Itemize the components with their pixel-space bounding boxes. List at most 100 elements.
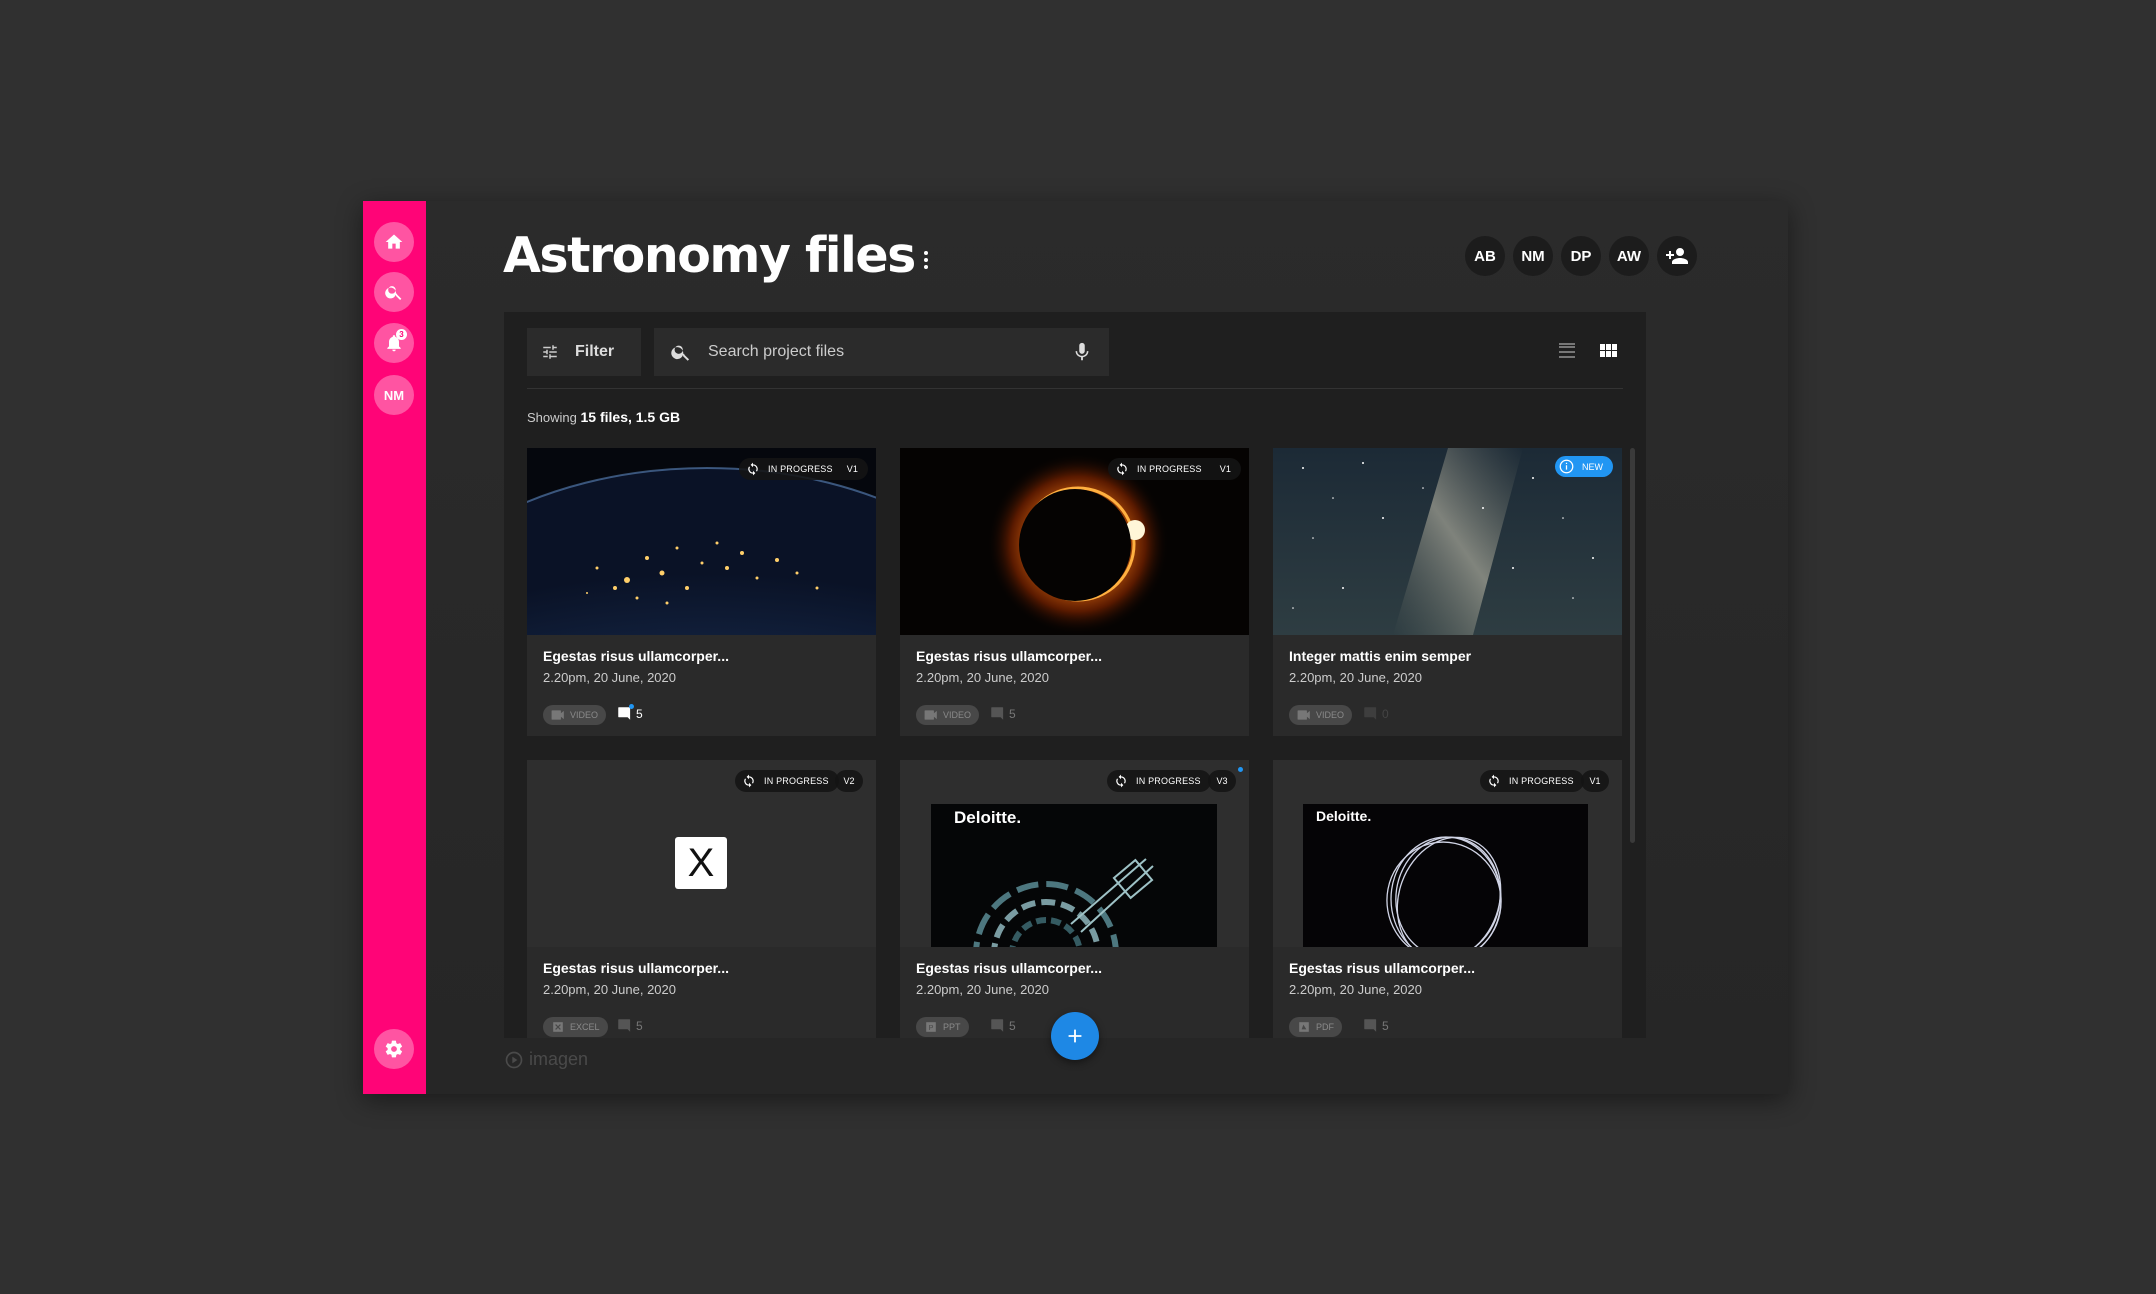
comment-icon (991, 707, 1004, 720)
app-window: 3 NM Astronomy files AB NM DP AW Filter (363, 201, 1788, 1094)
file-card[interactable]: Deloitte. IN PROGRESS V3 Egestas risus u… (900, 760, 1249, 1038)
file-date: 2.20pm, 20 June, 2020 (543, 982, 676, 997)
file-card[interactable]: X IN PROGRESS V2 Egestas risus ullamcorp… (527, 760, 876, 1038)
file-date: 2.20pm, 20 June, 2020 (543, 670, 676, 685)
new-badge: NEW (1555, 456, 1613, 477)
deloitte-logo: Deloitte. (1316, 808, 1372, 824)
comment-count[interactable]: 5 (617, 1018, 643, 1033)
dot-icon (924, 258, 928, 262)
grid-view-icon (1600, 344, 1617, 357)
status-label: IN PROGRESS (1136, 776, 1201, 786)
comment-icon (1364, 707, 1377, 720)
home-icon (385, 234, 403, 249)
unread-dot (629, 704, 634, 709)
file-title: Egestas risus ullamcorper... (916, 648, 1102, 664)
comment-count[interactable]: 5 (990, 1018, 1016, 1033)
sync-icon (1117, 462, 1127, 476)
toolbar-divider (527, 388, 1623, 389)
sidebar: 3 NM (363, 201, 426, 1094)
more-options-button[interactable] (916, 245, 936, 275)
comment-count[interactable]: 5 (1363, 1018, 1389, 1033)
file-type-label: VIDEO (570, 710, 599, 720)
unread-dot (1238, 767, 1243, 772)
file-type-label: VIDEO (943, 710, 972, 720)
add-collaborator-button[interactable] (1657, 236, 1697, 276)
file-type-chip: VIDEO (543, 705, 607, 725)
search-icon (671, 345, 690, 361)
notifications-button[interactable]: 3 (374, 323, 414, 363)
notification-badge: 3 (396, 329, 407, 340)
imagen-logo-icon (505, 1051, 523, 1068)
tune-icon (543, 345, 557, 359)
brand-logo: imagen (504, 1049, 588, 1070)
ppt-icon: P (926, 1022, 936, 1032)
file-title: Egestas risus ullamcorper... (916, 960, 1102, 976)
gear-icon (385, 1040, 403, 1058)
profile-button[interactable]: NM (374, 375, 414, 415)
version-label: V1 (1219, 464, 1232, 474)
status-label: IN PROGRESS (768, 464, 833, 474)
file-title: Integer mattis enim semper (1289, 648, 1472, 664)
status-label: IN PROGRESS (1137, 464, 1202, 474)
file-card[interactable]: IN PROGRESS V1 Egestas risus ullamcorper… (900, 448, 1249, 736)
search-box (654, 328, 1109, 376)
new-label: NEW (1582, 461, 1603, 472)
plus-icon (1068, 1029, 1082, 1043)
file-type-label: VIDEO (1316, 710, 1345, 720)
comment-icon (1364, 1019, 1377, 1032)
file-type-chip: PDF (1289, 1017, 1342, 1037)
comment-icon (618, 1019, 631, 1032)
microphone-icon[interactable] (1071, 341, 1093, 363)
file-date: 2.20pm, 20 June, 2020 (916, 670, 1049, 685)
comment-count[interactable]: 5 (617, 704, 643, 721)
grid-view-button[interactable] (1596, 339, 1620, 363)
comment-count[interactable]: 0 (1363, 706, 1389, 721)
version-badge: V3 (1208, 770, 1236, 792)
settings-button[interactable] (374, 1029, 414, 1069)
file-type-label: PDF (1316, 1022, 1334, 1032)
excel-file-icon: X (675, 837, 727, 889)
collaborators: AB NM DP AW (1465, 236, 1697, 276)
comment-count-label: 5 (1009, 706, 1016, 721)
info-icon (1559, 459, 1574, 474)
comment-count-label: 5 (636, 1018, 643, 1033)
file-date: 2.20pm, 20 June, 2020 (1289, 670, 1422, 685)
video-icon (551, 710, 564, 720)
file-card[interactable]: NEW Integer mattis enim semper 2.20pm, 2… (1273, 448, 1622, 736)
file-card[interactable]: IN PROGRESS V1 Egestas risus ullamcorper… (527, 448, 876, 736)
list-view-button[interactable] (1555, 339, 1579, 363)
version-badge: V1 (1581, 770, 1609, 792)
scrollbar[interactable] (1630, 448, 1635, 843)
home-button[interactable] (374, 222, 414, 262)
summary-prefix: Showing (527, 410, 577, 425)
status-badge: IN PROGRESS (1480, 770, 1584, 792)
comment-icon (991, 1019, 1004, 1032)
file-summary: Showing 15 files, 1.5 GB (527, 409, 680, 425)
list-view-icon (1559, 343, 1575, 358)
excel-icon (553, 1022, 563, 1032)
add-file-button[interactable] (1051, 1012, 1099, 1060)
file-card[interactable]: Deloitte. IN PROGRESS V1 Egestas risus u… (1273, 760, 1622, 1038)
avatar[interactable]: DP (1561, 236, 1601, 276)
brand-name: imagen (529, 1049, 589, 1069)
file-title: Egestas risus ullamcorper... (543, 960, 729, 976)
file-title: Egestas risus ullamcorper... (543, 648, 729, 664)
sync-icon (744, 774, 754, 788)
comment-count-label: 0 (1382, 706, 1389, 721)
dot-icon (924, 251, 928, 255)
comment-count[interactable]: 5 (990, 706, 1016, 721)
avatar[interactable]: AB (1465, 236, 1505, 276)
avatar[interactable]: NM (1513, 236, 1553, 276)
avatar[interactable]: AW (1609, 236, 1649, 276)
search-input[interactable] (708, 343, 1071, 361)
svg-text:P: P (929, 1023, 934, 1032)
search-nav-button[interactable] (374, 272, 414, 312)
sync-icon (1489, 774, 1499, 788)
filter-button[interactable]: Filter (527, 328, 641, 376)
sync-icon (1116, 774, 1126, 788)
dot-icon (924, 265, 928, 269)
version-label: V1 (846, 464, 859, 474)
deloitte-logo: Deloitte. (954, 808, 1022, 827)
person-add-icon (1666, 248, 1688, 264)
file-type-chip: EXCEL (543, 1017, 608, 1037)
